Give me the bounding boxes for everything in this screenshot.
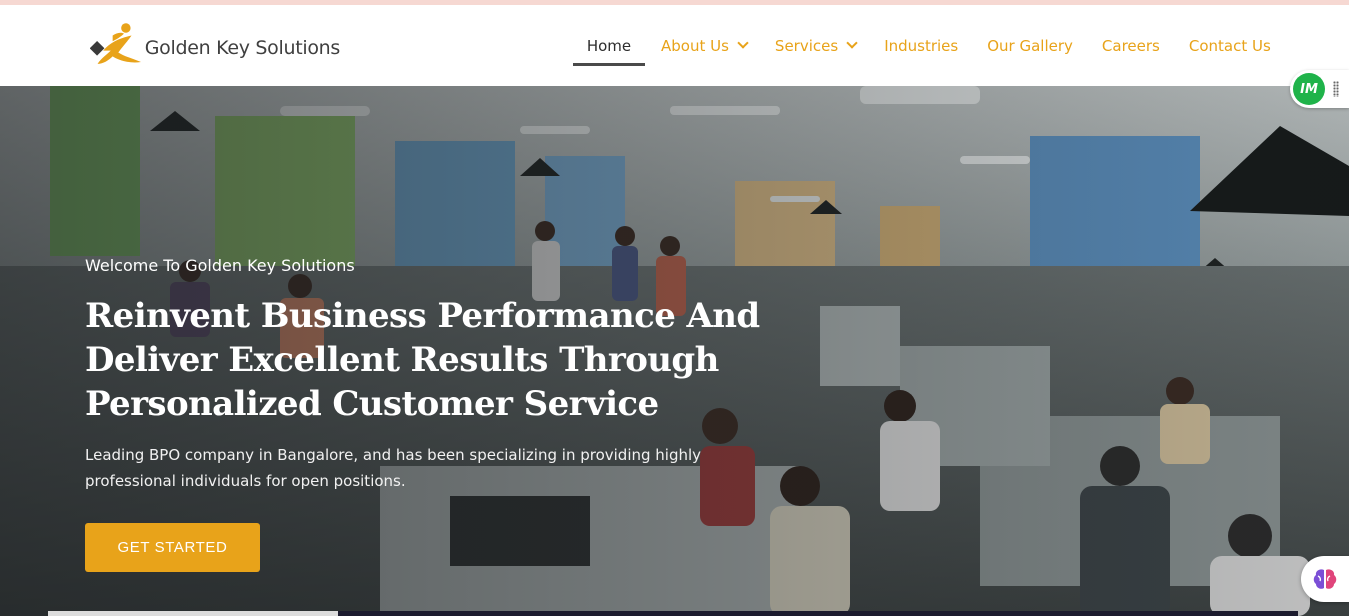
get-started-button[interactable]: GET STARTED (85, 523, 260, 572)
brain-icon (1313, 569, 1337, 589)
drag-handle-icon[interactable] (1333, 81, 1339, 97)
hero-section: Welcome To Golden Key Solutions Reinvent… (0, 86, 1349, 616)
nav-industries[interactable]: Industries (884, 5, 958, 86)
site-header: Golden Key Solutions Home About Us Servi… (0, 5, 1349, 86)
running-figure-key-icon (90, 23, 141, 64)
nav-label: Our Gallery (987, 36, 1073, 55)
active-underline (573, 63, 645, 66)
bottom-scroll-thumb (48, 611, 338, 616)
hero-welcome: Welcome To Golden Key Solutions (85, 256, 355, 275)
nav-careers[interactable]: Careers (1102, 5, 1160, 86)
nav-label: Contact Us (1188, 36, 1271, 55)
nav-about-us[interactable]: About Us (661, 5, 749, 86)
chevron-down-icon (846, 37, 858, 49)
im-logo-icon: IM (1293, 73, 1325, 105)
site-logo[interactable]: Golden Key Solutions (90, 19, 340, 71)
main-nav: Home About Us Services Industries Our Ga… (573, 5, 1271, 86)
nav-label: Industries (884, 36, 959, 55)
hero-headline: Reinvent Business Performance And Delive… (85, 294, 785, 426)
im-chat-widget[interactable]: IM (1290, 70, 1349, 108)
nav-contact-us[interactable]: Contact Us (1189, 5, 1271, 86)
hero-description: Leading BPO company in Bangalore, and ha… (85, 446, 702, 490)
brain-widget[interactable] (1301, 556, 1349, 602)
nav-services[interactable]: Services (774, 5, 858, 86)
headline-line: Personalized Customer Service (85, 384, 659, 424)
chevron-down-icon (737, 37, 749, 49)
brand-name: Golden Key Solutions (144, 37, 341, 59)
nav-label: Careers (1101, 36, 1160, 55)
nav-label: About Us (661, 36, 729, 55)
nav-home[interactable]: Home (573, 5, 645, 86)
headline-line: Deliver Excellent Results Through (85, 340, 719, 380)
nav-our-gallery[interactable]: Our Gallery (987, 5, 1073, 86)
nav-label: Services (774, 36, 839, 55)
headline-line: Reinvent Business Performance And (85, 296, 760, 336)
nav-label: Home (586, 36, 632, 55)
